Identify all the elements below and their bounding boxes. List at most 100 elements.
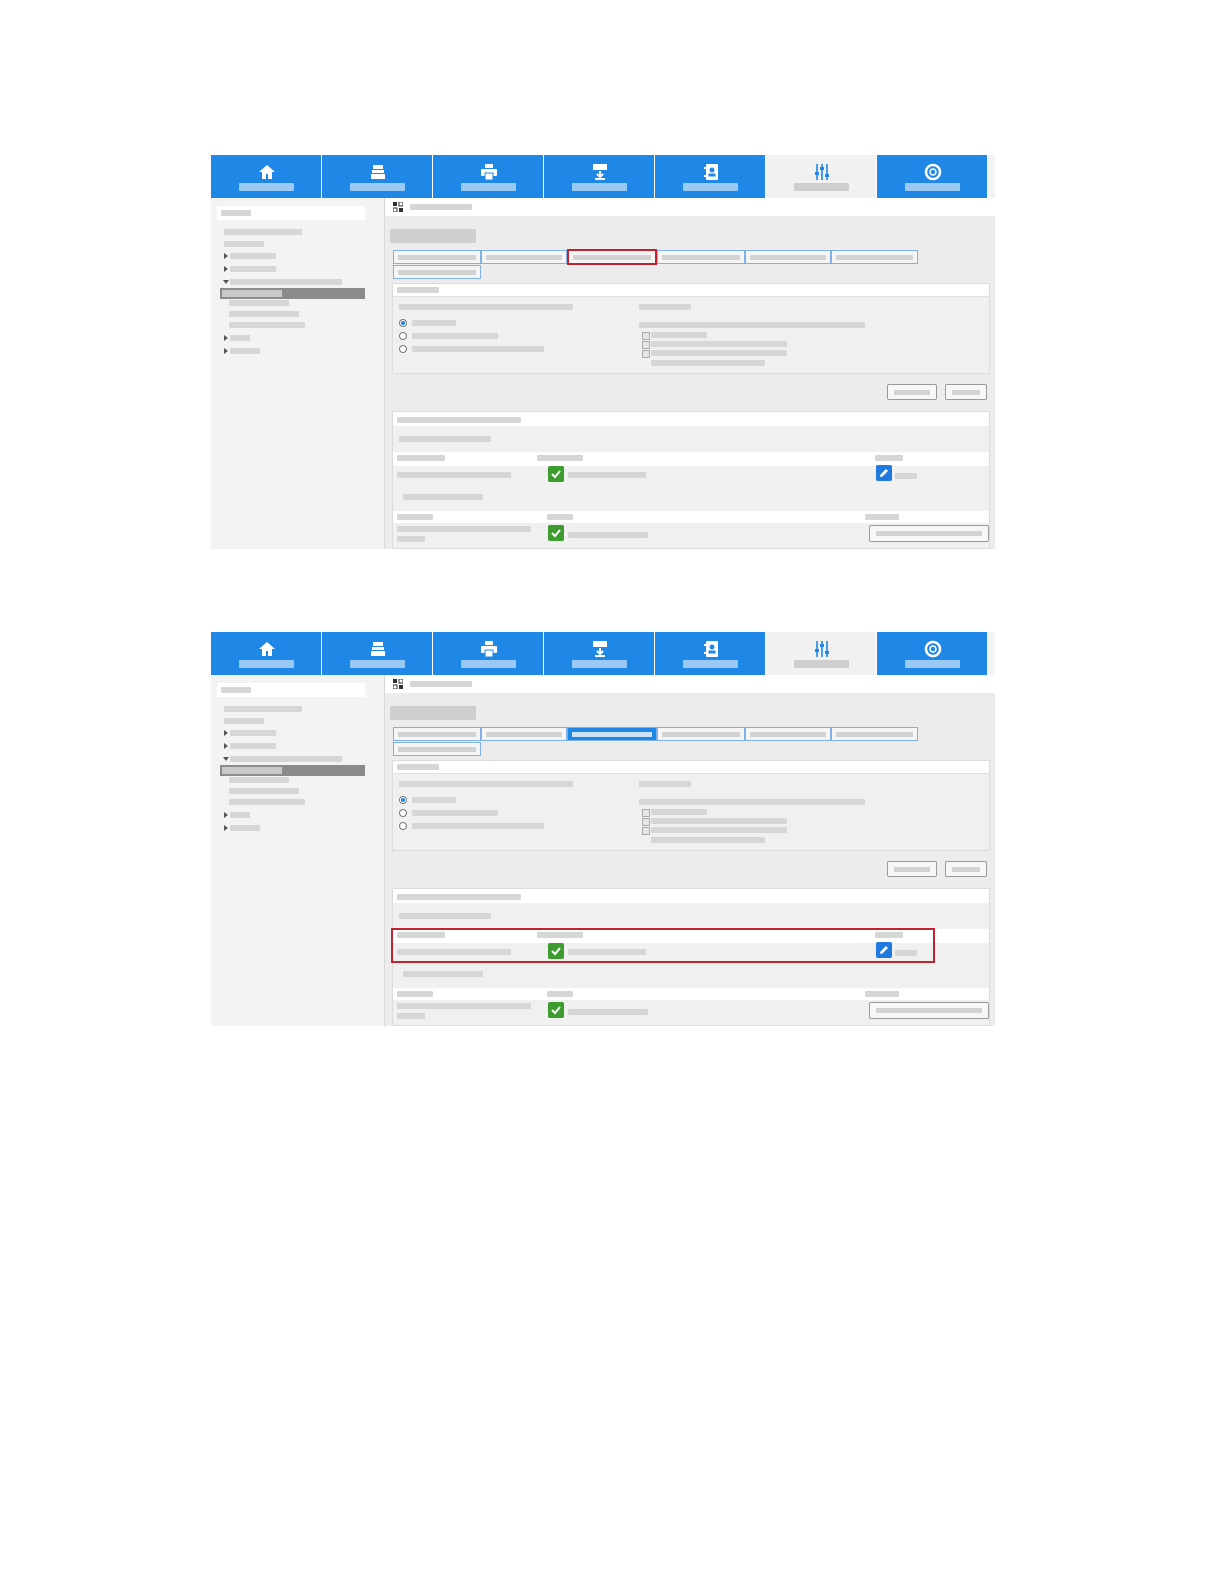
nav-label: [794, 660, 849, 668]
sidebar-item[interactable]: [230, 825, 260, 831]
nav-download[interactable]: [544, 632, 655, 675]
info-heading: [639, 304, 691, 310]
sidebar-item[interactable]: [230, 348, 260, 354]
table-row-name: [397, 472, 511, 478]
column-header: [397, 514, 433, 520]
sidebar-item[interactable]: [224, 718, 264, 724]
tab-7[interactable]: [393, 265, 481, 279]
section-label: [399, 304, 573, 310]
highlight-box: [391, 928, 935, 963]
status-panel: [392, 411, 990, 549]
sidebar-item-selected[interactable]: [220, 288, 365, 299]
sidebar-subitem[interactable]: [229, 311, 299, 317]
settings-sliders-icon: [815, 164, 829, 180]
breadcrumb-text[interactable]: [410, 681, 472, 687]
expand-arrow-icon[interactable]: [224, 812, 228, 818]
grid-icon[interactable]: [393, 202, 403, 212]
sidebar-item[interactable]: [224, 706, 302, 712]
secondary-button[interactable]: [887, 384, 937, 400]
sidebar: [211, 675, 385, 1026]
action-button[interactable]: [869, 525, 989, 542]
nav-label: [239, 660, 294, 668]
nav-label: [239, 183, 294, 191]
nav-download[interactable]: [544, 155, 655, 198]
grid-icon[interactable]: [393, 679, 403, 689]
nav-address-book[interactable]: [655, 632, 766, 675]
tab-5[interactable]: [745, 250, 831, 264]
collapse-arrow-icon[interactable]: [223, 757, 229, 761]
edit-label[interactable]: [895, 473, 917, 479]
nav-label: [794, 183, 849, 191]
sidebar-search[interactable]: [217, 206, 365, 220]
expand-arrow-icon[interactable]: [224, 730, 228, 736]
edit-icon[interactable]: [876, 465, 892, 481]
tab-3[interactable]: [567, 249, 657, 265]
sidebar-subitem[interactable]: [229, 777, 289, 783]
download-icon: [593, 164, 607, 180]
sidebar-item[interactable]: [230, 730, 276, 736]
secondary-button[interactable]: [887, 861, 937, 877]
address-book-icon: [704, 641, 718, 657]
sidebar-item[interactable]: [230, 253, 276, 259]
tab-4[interactable]: [657, 727, 745, 741]
expand-arrow-icon[interactable]: [224, 825, 228, 831]
sidebar-item[interactable]: [224, 229, 302, 235]
sidebar-item-selected[interactable]: [220, 765, 365, 776]
sidebar-item[interactable]: [230, 266, 276, 272]
nav-settings[interactable]: [766, 632, 877, 675]
sidebar-subitem[interactable]: [229, 788, 299, 794]
collapse-arrow-icon[interactable]: [223, 280, 229, 284]
settings-panel: [392, 760, 990, 851]
nav-print[interactable]: [433, 155, 544, 198]
nav-home[interactable]: [211, 155, 322, 198]
breadcrumb: [385, 675, 995, 693]
tab-1[interactable]: [393, 250, 481, 264]
expand-arrow-icon[interactable]: [224, 335, 228, 341]
sidebar-item[interactable]: [230, 279, 342, 285]
scan-tray-icon: [371, 642, 385, 656]
sidebar-item[interactable]: [230, 335, 250, 341]
tab-1[interactable]: [393, 727, 481, 741]
radio-option-3[interactable]: [399, 822, 407, 830]
expand-arrow-icon[interactable]: [224, 348, 228, 354]
nav-address-book[interactable]: [655, 155, 766, 198]
tab-7[interactable]: [393, 742, 481, 756]
nav-scan[interactable]: [322, 155, 433, 198]
breadcrumb-text[interactable]: [410, 204, 472, 210]
sidebar-subitem[interactable]: [229, 799, 305, 805]
tab-2[interactable]: [481, 727, 567, 741]
sidebar-subitem[interactable]: [229, 300, 289, 306]
sidebar-item[interactable]: [230, 756, 342, 762]
tab-6[interactable]: [831, 727, 918, 741]
radio-option-1[interactable]: [399, 319, 407, 327]
tab-5[interactable]: [745, 727, 831, 741]
sidebar-subitem[interactable]: [229, 322, 305, 328]
nav-support[interactable]: [877, 632, 988, 675]
nav-support[interactable]: [877, 155, 988, 198]
expand-arrow-icon[interactable]: [224, 743, 228, 749]
radio-option-2[interactable]: [399, 809, 407, 817]
expand-arrow-icon[interactable]: [224, 266, 228, 272]
section-label: [399, 781, 573, 787]
tab-4[interactable]: [657, 250, 745, 264]
radio-option-1[interactable]: [399, 796, 407, 804]
action-button[interactable]: [869, 1002, 989, 1019]
nav-home[interactable]: [211, 632, 322, 675]
tab-3[interactable]: [567, 727, 657, 741]
primary-button[interactable]: [945, 861, 987, 877]
expand-arrow-icon[interactable]: [224, 253, 228, 259]
tab-2[interactable]: [481, 250, 567, 264]
radio-option-2[interactable]: [399, 332, 407, 340]
radio-option-3[interactable]: [399, 345, 407, 353]
nav-print[interactable]: [433, 632, 544, 675]
sidebar-search[interactable]: [217, 683, 365, 697]
sidebar-item[interactable]: [230, 743, 276, 749]
column-header: [875, 455, 903, 461]
primary-button[interactable]: [945, 384, 987, 400]
nav-settings[interactable]: [766, 155, 877, 198]
sidebar-item[interactable]: [224, 241, 264, 247]
tab-6[interactable]: [831, 250, 918, 264]
sidebar-item[interactable]: [230, 812, 250, 818]
settings-panel: [392, 283, 990, 374]
nav-scan[interactable]: [322, 632, 433, 675]
